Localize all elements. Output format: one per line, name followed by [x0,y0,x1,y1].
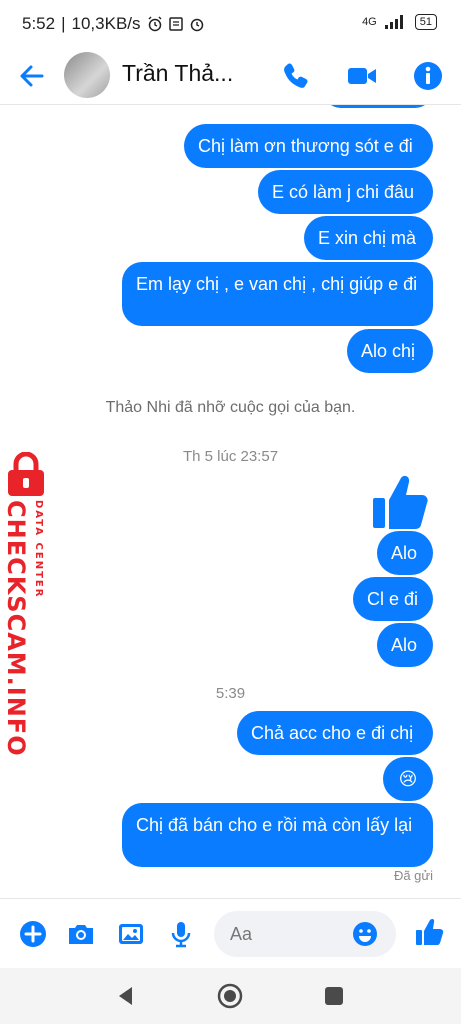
message-input[interactable]: Aa [214,911,396,957]
avatar-image[interactable] [64,52,110,98]
alarm-icon-2 [190,18,203,32]
battery-indicator: 51 [414,14,437,30]
watermark-title: CHECKSCAM.INFO [2,500,30,757]
back-button[interactable] [16,60,48,92]
missed-call-notice: Thảo Nhi đã nhỡ cuộc gọi của bạn. [105,399,356,416]
network-type: 4G [362,16,377,28]
like-button-icon[interactable] [414,917,444,947]
gallery-icon[interactable] [116,919,146,949]
system-nav-bar [0,968,461,1024]
message-bubble[interactable]: E xin chị mà [304,216,433,260]
nav-back-icon[interactable] [114,984,138,1008]
message-bubble[interactable]: Alo [377,531,433,575]
contact-name-label[interactable]: Trần Thả... [122,60,233,87]
watermark: DATA CENTER CHECKSCAM.INFO [2,452,54,757]
message-bubble-emoji[interactable]: 😢 [383,757,433,801]
thumbs-up-icon[interactable] [371,472,431,532]
message-bubble[interactable]: Chị đã bán cho e rồi mà còn lấy lại [122,803,433,867]
video-camera-icon[interactable] [346,60,378,92]
timestamp: 5:39 [215,685,246,702]
lock-icon [8,452,44,496]
message-bubble[interactable]: Cl e đi [353,577,433,621]
message-bubble[interactable]: Alo [377,623,433,667]
notification-icon [168,17,183,31]
phone-call-icon[interactable] [280,60,312,92]
watermark-subtitle: DATA CENTER [33,500,44,599]
camera-icon[interactable] [66,919,96,949]
message-bubble[interactable]: Chả acc cho e đi chị [237,711,433,755]
microphone-icon[interactable] [166,919,196,949]
status-time: 5:52 [22,14,56,33]
message-bubble[interactable]: Alo chị [347,329,433,373]
message-composer: Aa [0,898,461,969]
status-bar: 5:52 | 10,3KB/s 4G 51 [0,0,461,48]
message-bubble[interactable]: Chị làm ơn thương sót e đi [184,124,433,168]
status-speed: 10,3KB/s [71,14,141,33]
message-bubble[interactable]: E có làm j chi đâu [258,170,433,214]
message-bubble[interactable]: Em lạy chị , e van chị , chị giúp e đi [122,262,433,326]
delivery-status: Đã gửi [393,868,433,883]
timestamp: Th 5 lúc 23:57 [182,448,279,465]
nav-recents-icon[interactable] [322,984,346,1008]
alarm-icon [148,16,162,32]
info-circle-icon[interactable] [412,60,444,92]
signal-icon [384,15,403,29]
plus-circle-icon[interactable] [18,919,48,949]
emoji-icon[interactable] [352,921,378,947]
nav-home-icon[interactable] [216,982,244,1010]
message-input-placeholder: Aa [230,924,253,944]
